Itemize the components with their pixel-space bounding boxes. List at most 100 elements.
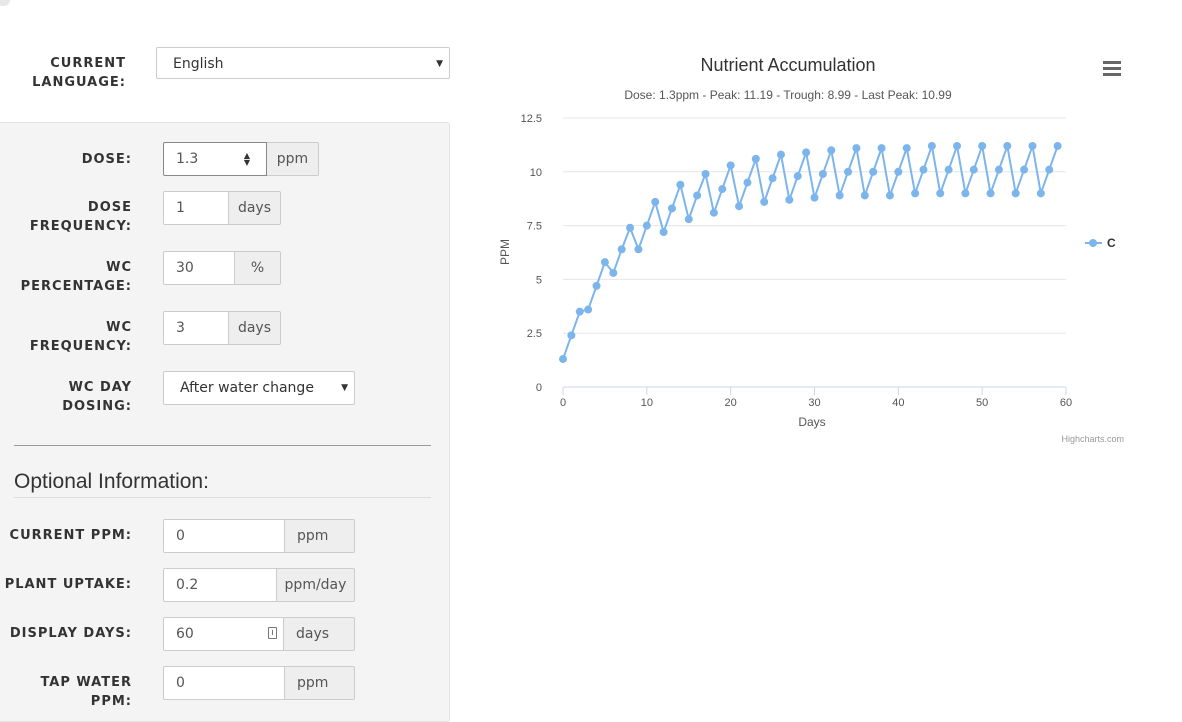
data-point[interactable] [559, 355, 567, 364]
chevron-down-icon: ▼ [436, 59, 443, 69]
data-point[interactable] [1003, 141, 1012, 150]
data-point[interactable] [584, 305, 593, 314]
data-point[interactable] [676, 180, 685, 189]
data-point[interactable] [961, 189, 970, 198]
x-tick-label: 50 [976, 397, 988, 409]
dose-input[interactable]: 1.3 ▲ ▼ [163, 142, 267, 176]
optional-section-title: Optional Information: [14, 470, 209, 493]
display-days-input[interactable]: 60 [163, 617, 284, 651]
data-point[interactable] [609, 268, 618, 277]
data-point[interactable] [844, 167, 853, 176]
y-tick-label: 0 [536, 382, 542, 394]
tap-water-label-line1: TAP WATER [40, 675, 132, 690]
data-point[interactable] [860, 191, 869, 200]
wc-percentage-unit: % [235, 251, 281, 285]
language-select[interactable]: English ▼ [156, 47, 450, 79]
data-point[interactable] [810, 193, 819, 202]
wc-percentage-input[interactable]: 30 [163, 251, 235, 285]
data-point[interactable] [1045, 165, 1054, 174]
data-point[interactable] [902, 144, 911, 153]
data-point[interactable] [802, 148, 811, 157]
data-point[interactable] [626, 223, 635, 232]
data-point[interactable] [1020, 165, 1029, 174]
data-point[interactable] [709, 208, 718, 217]
dose-frequency-input[interactable]: 1 [163, 191, 229, 225]
wc-frequency-label: WC FREQUENCY: [0, 318, 132, 356]
data-point[interactable] [852, 144, 861, 153]
wc-percentage-label-line1: WC [106, 260, 132, 275]
data-point[interactable] [953, 141, 962, 150]
data-point[interactable] [634, 245, 643, 254]
y-tick-label: 7.5 [527, 221, 542, 233]
spinner-icon[interactable]: ▲ ▼ [244, 152, 250, 167]
data-point[interactable] [600, 258, 609, 267]
data-point[interactable] [936, 189, 945, 198]
data-point[interactable] [869, 167, 878, 176]
data-point[interactable] [659, 228, 668, 237]
chart-title: Nutrient Accumulation [700, 55, 875, 75]
plant-uptake-unit: ppm/day [277, 568, 355, 602]
data-point[interactable] [751, 154, 760, 163]
wc-frequency-input[interactable]: 3 [163, 311, 229, 345]
data-point[interactable] [944, 165, 953, 174]
wc-day-dosing-label-line2: DOSING: [62, 399, 132, 414]
data-point[interactable] [835, 191, 844, 200]
section-rule [14, 497, 431, 498]
data-point[interactable] [718, 185, 727, 194]
data-point[interactable] [818, 169, 827, 178]
current-ppm-unit: ppm [285, 519, 355, 553]
data-point[interactable] [701, 169, 710, 178]
language-label-line1: CURRENT [50, 56, 126, 71]
data-point[interactable] [743, 178, 752, 187]
chart-series [559, 141, 1062, 364]
data-point[interactable] [760, 197, 769, 206]
tap-water-input[interactable]: 0 [163, 666, 285, 700]
calendar-icon[interactable] [268, 627, 277, 639]
current-ppm-label: CURRENT PPM: [9, 528, 132, 543]
data-point[interactable] [885, 191, 894, 200]
chart-legend[interactable]: C [1085, 236, 1116, 250]
wc-day-dosing-select[interactable]: After water change ▼ [163, 371, 355, 405]
wc-percentage-label: WC PERCENTAGE: [0, 258, 132, 296]
data-point[interactable] [642, 221, 651, 230]
wc-day-dosing-label: WC DAY DOSING: [0, 378, 132, 416]
data-point[interactable] [735, 202, 744, 211]
data-point[interactable] [994, 165, 1003, 174]
data-point[interactable] [793, 172, 802, 181]
data-point[interactable] [969, 165, 978, 174]
x-tick-label: 30 [808, 397, 820, 409]
current-ppm-input[interactable]: 0 [163, 519, 285, 553]
data-point[interactable] [1011, 189, 1020, 198]
data-point[interactable] [575, 307, 584, 316]
data-point[interactable] [693, 191, 702, 200]
y-tick-label: 12.5 [521, 113, 542, 125]
y-tick-label: 10 [530, 167, 542, 179]
data-point[interactable] [567, 331, 576, 340]
data-point[interactable] [1036, 189, 1045, 198]
data-point[interactable] [919, 165, 928, 174]
data-point[interactable] [877, 144, 886, 153]
data-point[interactable] [667, 204, 676, 213]
data-point[interactable] [1053, 141, 1062, 150]
data-point[interactable] [726, 161, 735, 170]
data-point[interactable] [684, 215, 693, 224]
legend-marker [1089, 239, 1097, 247]
data-point[interactable] [651, 197, 660, 206]
data-point[interactable] [986, 189, 995, 198]
data-point[interactable] [776, 150, 785, 159]
data-point[interactable] [978, 141, 987, 150]
chart-credits[interactable]: Highcharts.com [1061, 434, 1124, 444]
data-point[interactable] [927, 141, 936, 150]
wc-day-dosing-value: After water change [180, 380, 314, 396]
plant-uptake-input[interactable]: 0.2 [163, 568, 277, 602]
data-point[interactable] [617, 245, 626, 254]
data-point[interactable] [827, 146, 836, 155]
data-point[interactable] [894, 167, 903, 176]
data-point[interactable] [768, 174, 777, 183]
chevron-down-icon: ▼ [341, 383, 348, 393]
data-point[interactable] [785, 195, 794, 204]
x-tick-label: 10 [641, 397, 653, 409]
data-point[interactable] [592, 281, 601, 290]
data-point[interactable] [1028, 141, 1037, 150]
data-point[interactable] [911, 189, 920, 198]
